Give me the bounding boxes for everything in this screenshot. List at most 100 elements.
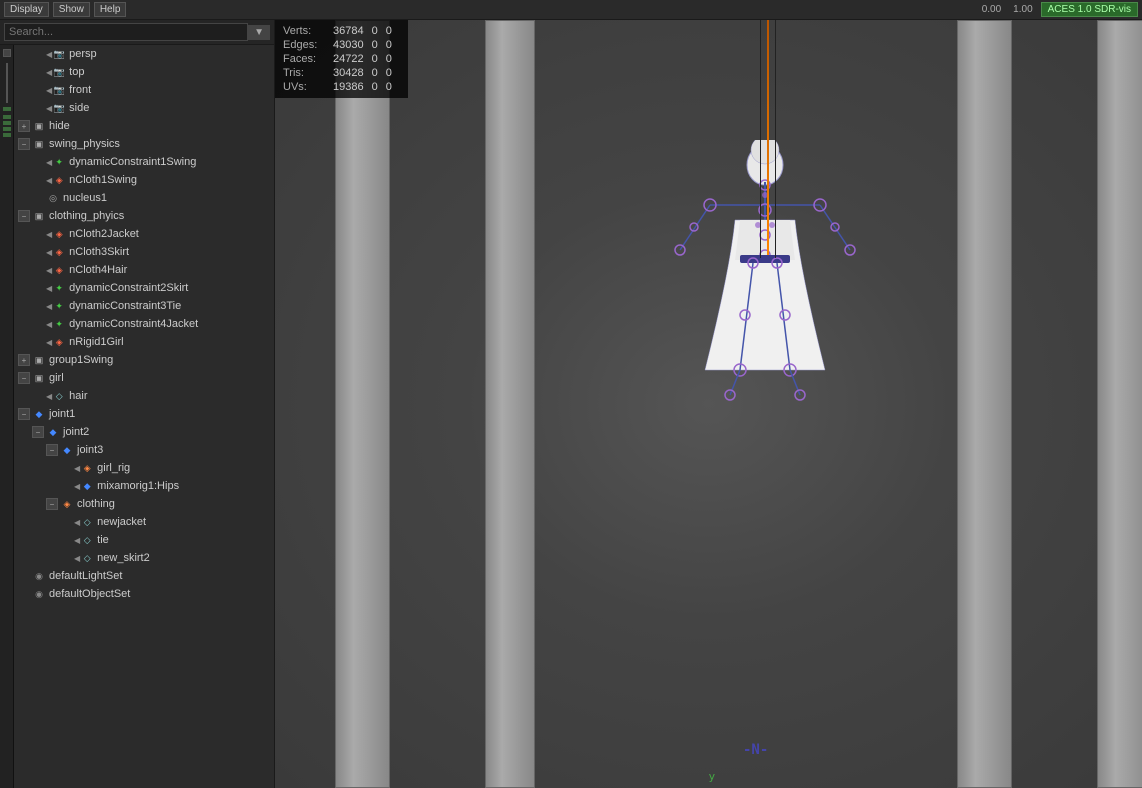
expand-btn-joint2[interactable]: − [32, 426, 44, 438]
tree-item-group1Swing[interactable]: + ▣ group1Swing [14, 351, 274, 369]
3d-viewport[interactable]: -N- y [275, 20, 1142, 788]
tree-item-mixamorig1Hips[interactable]: ◀ ◆ mixamorig1:Hips [14, 477, 274, 495]
display-btn[interactable]: Display [4, 2, 49, 17]
tree-item-nCloth3Skirt[interactable]: ◀ ◈ nCloth3Skirt [14, 243, 274, 261]
tree-item-nRigid1Girl[interactable]: ◀ ◈ nRigid1Girl [14, 333, 274, 351]
pillar-far-left [335, 20, 390, 788]
stats-val1: 43030 [333, 38, 372, 52]
stats-panel: Verts: 36784 0 0 Edges: 43030 0 0 Faces:… [275, 20, 408, 98]
show-btn[interactable]: Show [53, 2, 90, 17]
stats-row: Verts: 36784 0 0 [283, 24, 400, 38]
tree-item-defaultLightSet[interactable]: ◉ defaultLightSet [14, 567, 274, 585]
hair-icon-newjacket: ◇ [80, 515, 94, 529]
search-arrow-btn[interactable]: ▼ [248, 25, 270, 40]
stats-val2: 0 [372, 80, 386, 94]
label-tie: tie [97, 534, 109, 546]
search-bar: ▼ [0, 20, 274, 45]
tree-item-hair[interactable]: ◀ ◇ hair [14, 387, 274, 405]
tree-item-newjacket[interactable]: ◀ ◇ newjacket [14, 513, 274, 531]
expand-btn-clothing[interactable]: − [46, 498, 58, 510]
tree-item-girl_rig[interactable]: ◀ ◈ girl_rig [14, 459, 274, 477]
tree-item-dynamicConstraint2Skirt[interactable]: ◀ ✦ dynamicConstraint2Skirt [14, 279, 274, 297]
stats-label: Edges: [283, 38, 333, 52]
tree-item-hide[interactable]: + ▣ hide [14, 117, 274, 135]
expand-btn-girl[interactable]: − [18, 372, 30, 384]
tree-item-clothing[interactable]: − ◈ clothing [14, 495, 274, 513]
search-input[interactable] [4, 23, 248, 41]
tree-item-girl[interactable]: − ▣ girl [14, 369, 274, 387]
nucleus-label: -N- [743, 742, 768, 758]
tree-item-nCloth2Jacket[interactable]: ◀ ◈ nCloth2Jacket [14, 225, 274, 243]
tree-item-side[interactable]: ◀ 📷 side [14, 99, 274, 117]
expand-btn-hide[interactable]: + [18, 120, 30, 132]
label-defaultObjectSet: defaultObjectSet [49, 588, 130, 600]
tree-item-nucleus1[interactable]: ◎ nucleus1 [14, 189, 274, 207]
tree-item-dynamicConstraint4Jacket[interactable]: ◀ ✦ dynamicConstraint4Jacket [14, 315, 274, 333]
tree-item-swing_physics[interactable]: − ▣ swing_physics [14, 135, 274, 153]
label-girl_rig: girl_rig [97, 462, 130, 474]
tree-item-joint3[interactable]: − ◆ joint3 [14, 441, 274, 459]
rigid-icon-nRigid1Girl: ◈ [52, 335, 66, 349]
label-joint1: joint1 [49, 408, 75, 420]
group-icon-clothing_phyics: ▣ [32, 209, 46, 223]
outliner-tree: ◀ 📷 persp ◀ 📷 top ◀ 📷 front ◀ 📷 side + ▣… [14, 45, 274, 788]
set-icon-defaultObjectSet: ◉ [32, 587, 46, 601]
label-nucleus1: nucleus1 [63, 192, 107, 204]
label-nCloth3Skirt: nCloth3Skirt [69, 246, 129, 258]
label-clothing_phyics: clothing_phyics [49, 210, 124, 222]
group-icon-group1Swing: ▣ [32, 353, 46, 367]
label-new_skirt2: new_skirt2 [97, 552, 150, 564]
label-mixamorig1Hips: mixamorig1:Hips [97, 480, 179, 492]
pillar-far-right [1097, 20, 1142, 788]
tree-item-top[interactable]: ◀ 📷 top [14, 63, 274, 81]
clothing-icon-clothing: ◈ [60, 497, 74, 511]
tree-item-nCloth4Hair[interactable]: ◀ ◈ nCloth4Hair [14, 261, 274, 279]
swing-string [767, 20, 769, 255]
stats-val3: 0 [386, 24, 400, 38]
help-btn[interactable]: Help [94, 2, 127, 17]
stats-row: Tris: 30428 0 0 [283, 66, 400, 80]
expand-btn-group1Swing[interactable]: + [18, 354, 30, 366]
tree-item-joint1[interactable]: − ◆ joint1 [14, 405, 274, 423]
stats-val2: 0 [372, 52, 386, 66]
dynamic-icon-dynamicConstraint3Tie: ✦ [52, 299, 66, 313]
group-icon-hide: ▣ [32, 119, 46, 133]
expand-btn-swing_physics[interactable]: − [18, 138, 30, 150]
stats-val2: 0 [372, 38, 386, 52]
label-dynamicConstraint3Tie: dynamicConstraint3Tie [69, 300, 181, 312]
mesh-icon-girl_rig: ◈ [80, 461, 94, 475]
viewport-panel: Verts: 36784 0 0 Edges: 43030 0 0 Faces:… [275, 20, 1142, 788]
ncloth-icon-nCloth4Hair: ◈ [52, 263, 66, 277]
label-nCloth1Swing: nCloth1Swing [69, 174, 137, 186]
expand-btn-joint1[interactable]: − [18, 408, 30, 420]
label-newjacket: newjacket [97, 516, 146, 528]
cable-left [760, 20, 761, 258]
cable-right [775, 20, 776, 258]
stats-val3: 0 [386, 52, 400, 66]
dynamic-icon-dynamicConstraint4Jacket: ✦ [52, 317, 66, 331]
tree-item-front[interactable]: ◀ 📷 front [14, 81, 274, 99]
tree-item-defaultObjectSet[interactable]: ◉ defaultObjectSet [14, 585, 274, 603]
tree-item-tie[interactable]: ◀ ◇ tie [14, 531, 274, 549]
joint-icon-mixamorig1Hips: ◆ [80, 479, 94, 493]
character-figure [665, 140, 865, 593]
tree-item-new_skirt2[interactable]: ◀ ◇ new_skirt2 [14, 549, 274, 567]
tree-item-joint2[interactable]: − ◆ joint2 [14, 423, 274, 441]
tree-item-persp[interactable]: ◀ 📷 persp [14, 45, 274, 63]
nucleus-icon-nucleus1: ◎ [46, 191, 60, 205]
label-front: front [69, 84, 91, 96]
time-display: 0.00 [978, 4, 1005, 15]
joint-icon-joint1: ◆ [32, 407, 46, 421]
expand-btn-joint3[interactable]: − [46, 444, 58, 456]
tree-item-dynamicConstraint1Swing[interactable]: ◀ ✦ dynamicConstraint1Swing [14, 153, 274, 171]
tree-item-clothing_phyics[interactable]: − ▣ clothing_phyics [14, 207, 274, 225]
label-hide: hide [49, 120, 70, 132]
stats-row: Edges: 43030 0 0 [283, 38, 400, 52]
set-icon-defaultLightSet: ◉ [32, 569, 46, 583]
label-swing_physics: swing_physics [49, 138, 120, 150]
label-joint2: joint2 [63, 426, 89, 438]
tree-item-nCloth1Swing[interactable]: ◀ ◈ nCloth1Swing [14, 171, 274, 189]
expand-btn-clothing_phyics[interactable]: − [18, 210, 30, 222]
tree-item-dynamicConstraint3Tie[interactable]: ◀ ✦ dynamicConstraint3Tie [14, 297, 274, 315]
stats-val1: 24722 [333, 52, 372, 66]
